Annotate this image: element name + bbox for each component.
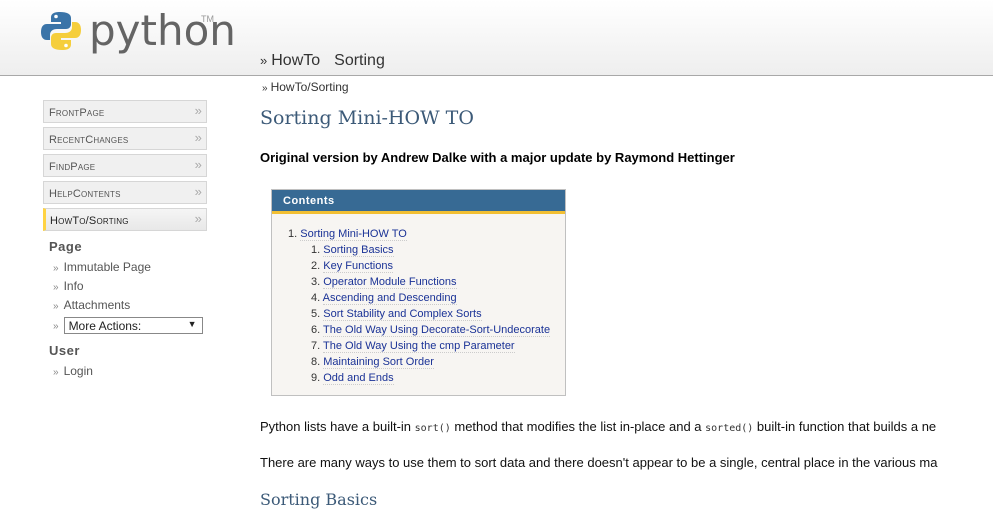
sidebar-item-label: RecentChanges <box>49 134 129 146</box>
more-actions-row: » More Actions: ▼ <box>53 317 207 335</box>
double-chevron-icon: » <box>194 130 202 145</box>
text: built-in function that builds a ne <box>753 419 937 434</box>
raquo-icon: » <box>53 263 59 274</box>
dropdown-arrow-icon: ▼ <box>187 319 197 329</box>
toc-item: 3. Operator Module Functions <box>272 276 565 292</box>
toc-link[interactable]: Maintaining Sort Order <box>323 356 434 369</box>
byline: Original version by Andrew Dalke with a … <box>260 150 735 165</box>
toc-item: 2. Key Functions <box>272 260 565 276</box>
double-chevron-icon: » <box>194 184 202 199</box>
trademark-mark: TM <box>201 14 214 24</box>
toc-number: 6. <box>311 324 321 336</box>
inline-code: sorted() <box>705 423 754 434</box>
pagetrail-link-howto[interactable]: HowTo <box>271 52 320 69</box>
link-label: Login <box>63 364 93 378</box>
double-chevron-icon: » <box>194 157 202 172</box>
sidebar-item-label: FrontPage <box>49 107 105 119</box>
toc-link[interactable]: The Old Way Using Decorate-Sort-Undecora… <box>323 324 551 337</box>
immutable-page-link[interactable]: » Immutable Page <box>53 260 207 274</box>
raquo-icon: » <box>53 320 59 332</box>
toc-item: 6. The Old Way Using Decorate-Sort-Undec… <box>272 324 565 340</box>
second-paragraph: There are many ways to use them to sort … <box>260 455 938 470</box>
site-header: python TM » HowTo Sorting <box>0 0 993 76</box>
double-chevron-icon: » <box>194 103 202 118</box>
toc-number: 1. <box>288 228 298 240</box>
pagetrail-link-sorting[interactable]: Sorting <box>334 52 385 69</box>
toc-number: 4. <box>311 292 321 304</box>
link-label: Immutable Page <box>63 260 151 274</box>
toc-number: 1. <box>311 244 321 256</box>
page-section-heading: Page <box>49 239 83 254</box>
select-value: More Actions: <box>68 319 142 333</box>
python-logo-icon[interactable] <box>40 10 82 52</box>
toc-list: 1. Sorting Mini-HOW TO 1. Sorting Basics… <box>272 214 565 388</box>
info-link[interactable]: » Info <box>53 279 207 293</box>
toc-item: 5. Sort Stability and Complex Sorts <box>272 308 565 324</box>
text: method that modifies the list in-place a… <box>450 419 706 434</box>
sidebar: FrontPage » RecentChanges » FindPage » H… <box>43 100 207 383</box>
section-heading-sorting-basics: Sorting Basics <box>260 490 378 509</box>
toc-item: 1. Sorting Mini-HOW TO <box>272 228 565 244</box>
link-label: Attachments <box>63 298 131 312</box>
toc-link[interactable]: Operator Module Functions <box>323 276 457 289</box>
main-content: Sorting Mini-HOW TO Original version by … <box>260 100 993 509</box>
toc-link[interactable]: Key Functions <box>323 260 393 273</box>
page-trail: » HowTo Sorting <box>260 52 385 70</box>
raquo-icon: » <box>262 83 268 94</box>
toc-item: 8. Maintaining Sort Order <box>272 356 565 372</box>
sidebar-item-helpcontents[interactable]: HelpContents » <box>43 181 207 204</box>
toc-item: 7. The Old Way Using the cmp Parameter <box>272 340 565 356</box>
breadcrumb-link[interactable]: HowTo/Sorting <box>271 80 349 94</box>
raquo-icon: » <box>53 282 59 293</box>
page-title: Sorting Mini-HOW TO <box>260 107 474 129</box>
toc-link[interactable]: Odd and Ends <box>323 372 394 385</box>
toc-link[interactable]: Ascending and Descending <box>322 292 457 305</box>
toc-item: 1. Sorting Basics <box>272 244 565 260</box>
sidebar-item-frontpage[interactable]: FrontPage » <box>43 100 207 123</box>
more-actions-select[interactable]: More Actions: ▼ <box>63 317 203 334</box>
toc-item: 9. Odd and Ends <box>272 372 565 388</box>
sidebar-item-howto-sorting[interactable]: HowTo/Sorting » <box>43 208 207 231</box>
sidebar-item-label: HelpContents <box>49 188 121 200</box>
toc-number: 7. <box>311 340 321 352</box>
toc-number: 9. <box>311 372 321 384</box>
toc-link[interactable]: The Old Way Using the cmp Parameter <box>323 340 515 353</box>
sidebar-item-label: FindPage <box>49 161 96 173</box>
toc-heading: Contents <box>272 190 565 214</box>
toc-item: 4. Ascending and Descending <box>272 292 565 308</box>
attachments-link[interactable]: » Attachments <box>53 298 207 312</box>
toc-link[interactable]: Sort Stability and Complex Sorts <box>323 308 482 321</box>
inline-code: sort() <box>414 423 451 434</box>
sidebar-item-recentchanges[interactable]: RecentChanges » <box>43 127 207 150</box>
toc-link[interactable]: Sorting Mini-HOW TO <box>300 228 407 241</box>
toc-number: 3. <box>311 276 321 288</box>
text: Python lists have a built-in <box>260 419 415 434</box>
toc-number: 5. <box>311 308 321 320</box>
breadcrumb: » HowTo/Sorting <box>262 80 349 94</box>
login-link[interactable]: » Login <box>53 364 207 378</box>
raquo-icon: » <box>260 53 268 68</box>
table-of-contents: Contents 1. Sorting Mini-HOW TO 1. Sorti… <box>271 189 566 396</box>
sidebar-item-label: HowTo/Sorting <box>50 215 129 227</box>
link-label: Info <box>63 279 84 293</box>
user-section-heading: User <box>49 343 80 358</box>
toc-number: 2. <box>311 260 321 272</box>
raquo-icon: » <box>53 301 59 312</box>
toc-link[interactable]: Sorting Basics <box>323 244 394 257</box>
raquo-icon: » <box>53 367 59 378</box>
toc-number: 8. <box>311 356 321 368</box>
intro-paragraph: Python lists have a built-in sort() meth… <box>260 419 936 434</box>
double-chevron-icon: » <box>194 211 202 226</box>
sidebar-item-findpage[interactable]: FindPage » <box>43 154 207 177</box>
